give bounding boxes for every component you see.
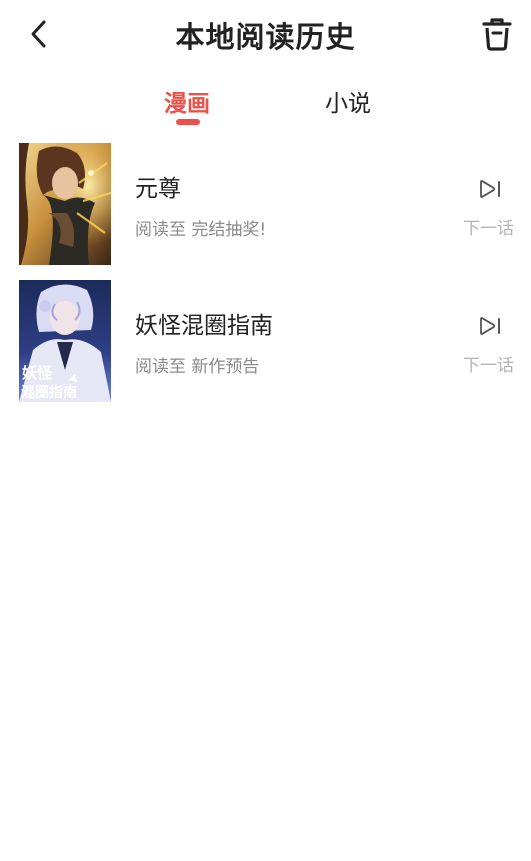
cover-title-art: 混圈指南 <box>21 384 77 401</box>
next-chapter-button[interactable] <box>478 179 502 199</box>
trash-icon <box>482 18 512 51</box>
history-list: 元尊 阅读至 完结抽奖! 下一话 妖怪 混圈指南 妖怪混圈指南 阅读至 新作预告… <box>0 143 531 417</box>
reading-progress: 阅读至 完结抽奖! <box>135 220 267 240</box>
history-item[interactable]: 元尊 阅读至 完结抽奖! 下一话 <box>0 143 531 280</box>
next-chapter-label[interactable]: 下一话 <box>463 214 514 239</box>
chevron-left-icon <box>31 20 46 48</box>
back-button[interactable] <box>24 16 56 52</box>
play-next-icon <box>480 317 500 335</box>
tab-comic[interactable]: 漫画 <box>164 84 210 118</box>
reading-progress: 阅读至 新作预告 <box>135 357 260 377</box>
active-tab-indicator <box>176 119 200 125</box>
cover-title-art: 妖怪 <box>22 364 53 382</box>
history-item[interactable]: 妖怪 混圈指南 妖怪混圈指南 阅读至 新作预告 下一话 <box>0 280 531 417</box>
next-chapter-button[interactable] <box>478 316 502 336</box>
comic-title: 妖怪混圈指南 <box>135 313 273 339</box>
comic-cover-image[interactable]: 妖怪 混圈指南 <box>19 280 111 402</box>
comic-cover-image[interactable] <box>19 143 111 265</box>
page-title: 本地阅读历史 <box>175 20 356 54</box>
tab-novel[interactable]: 小说 <box>325 84 371 118</box>
top-bar: 本地阅读历史 <box>0 0 531 68</box>
play-next-icon <box>480 180 500 198</box>
comic-title: 元尊 <box>135 176 181 202</box>
next-chapter-label[interactable]: 下一话 <box>463 351 514 376</box>
category-tabs: 漫画 小说 <box>0 80 531 130</box>
clear-history-button[interactable] <box>478 14 516 54</box>
